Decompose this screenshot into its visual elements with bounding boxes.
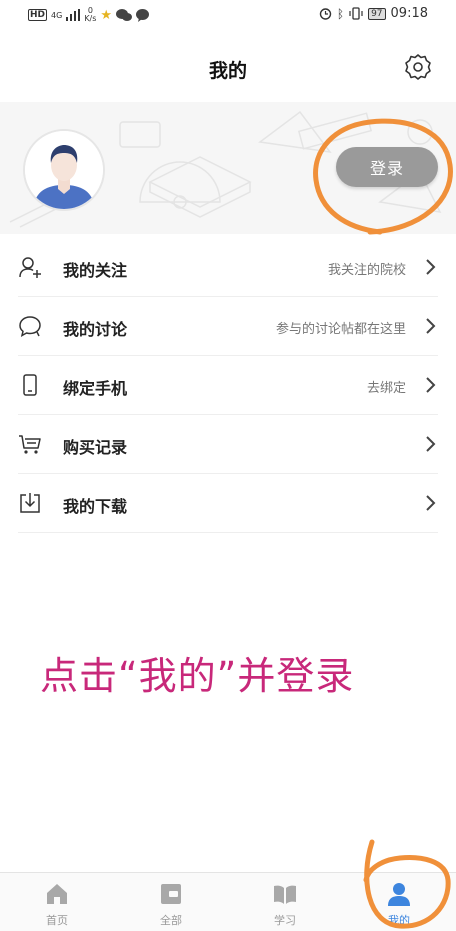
menu-hint: 参与的讨论帖都在这里: [275, 322, 406, 337]
bluetooth-icon: ᛒ: [336, 6, 345, 21]
status-bar: HD 4G 0 K/s ★ ᛒ 97 09:18: [0, 0, 456, 30]
network-type: 4G: [51, 10, 63, 20]
menu-label: 我的讨论: [63, 320, 128, 339]
menu-label: 我的下载: [63, 497, 128, 516]
menu-item-follow[interactable]: 我的关注 我关注的院校: [18, 238, 438, 297]
tab-all[interactable]: 全部: [114, 873, 228, 931]
avatar[interactable]: [23, 129, 105, 211]
menu-hint: 去绑定: [366, 381, 406, 396]
message-icon: [136, 8, 150, 22]
bottom-tab-bar: 首页 全部 学习 我的: [0, 872, 456, 931]
tab-label: 全部: [160, 914, 182, 927]
default-avatar-icon: [25, 131, 103, 209]
star-icon: ★: [100, 7, 113, 23]
instruction-annotation: 点击“我的”并登录: [40, 654, 355, 698]
network-speed: 0 K/s: [84, 7, 96, 23]
menu-label: 我的关注: [63, 261, 128, 280]
chevron-right-icon: [426, 377, 436, 393]
tab-home[interactable]: 首页: [0, 873, 114, 931]
tab-study[interactable]: 学习: [228, 873, 342, 931]
menu-item-discussion[interactable]: 我的讨论 参与的讨论帖都在这里: [18, 297, 438, 356]
menu-item-downloads[interactable]: 我的下载: [18, 474, 438, 533]
person-icon: [388, 883, 410, 906]
tab-mine[interactable]: 我的: [342, 873, 456, 931]
tab-label: 学习: [274, 914, 296, 927]
login-button[interactable]: 登录: [336, 147, 438, 187]
wechat-icon: [116, 8, 133, 21]
download-icon: [20, 493, 40, 513]
hd-badge: HD: [28, 9, 48, 21]
follow-user-icon: [19, 257, 41, 278]
menu-hint: 我关注的院校: [327, 263, 406, 278]
clock-time: 09:18: [390, 6, 428, 21]
menu-list: 我的关注 我关注的院校 我的讨论 参与的讨论帖都在这里 绑定手机 去绑定 购买记…: [0, 238, 456, 533]
page-title: 我的: [208, 60, 247, 82]
wallet-icon: [161, 884, 181, 904]
chevron-right-icon: [426, 259, 436, 275]
alarm-icon: [319, 8, 332, 20]
vibrate-icon: [349, 7, 363, 20]
chevron-right-icon: [426, 436, 436, 452]
tab-label: 我的: [388, 914, 410, 927]
menu-label: 购买记录: [63, 438, 128, 457]
chat-bubble-icon: [19, 316, 41, 337]
page-header: 我的: [0, 30, 456, 102]
battery-indicator: 97: [368, 7, 386, 20]
chevron-right-icon: [426, 318, 436, 334]
phone-icon: [23, 374, 37, 396]
profile-banner: 登录: [0, 102, 456, 234]
status-left: HD 4G 0 K/s ★: [28, 7, 150, 23]
chevron-right-icon: [426, 495, 436, 511]
menu-item-purchase-history[interactable]: 购买记录: [18, 415, 438, 474]
status-right: ᛒ 97 09:18: [319, 6, 428, 21]
menu-item-bind-phone[interactable]: 绑定手机 去绑定: [18, 356, 438, 415]
signal-icon: [66, 9, 81, 21]
settings-gear-icon[interactable]: [404, 53, 432, 81]
tab-label: 首页: [46, 914, 68, 927]
cart-icon: [19, 435, 41, 454]
home-icon: [47, 884, 67, 904]
speed-unit: K/s: [84, 14, 97, 23]
menu-label: 绑定手机: [63, 379, 128, 398]
book-icon: [274, 885, 296, 904]
